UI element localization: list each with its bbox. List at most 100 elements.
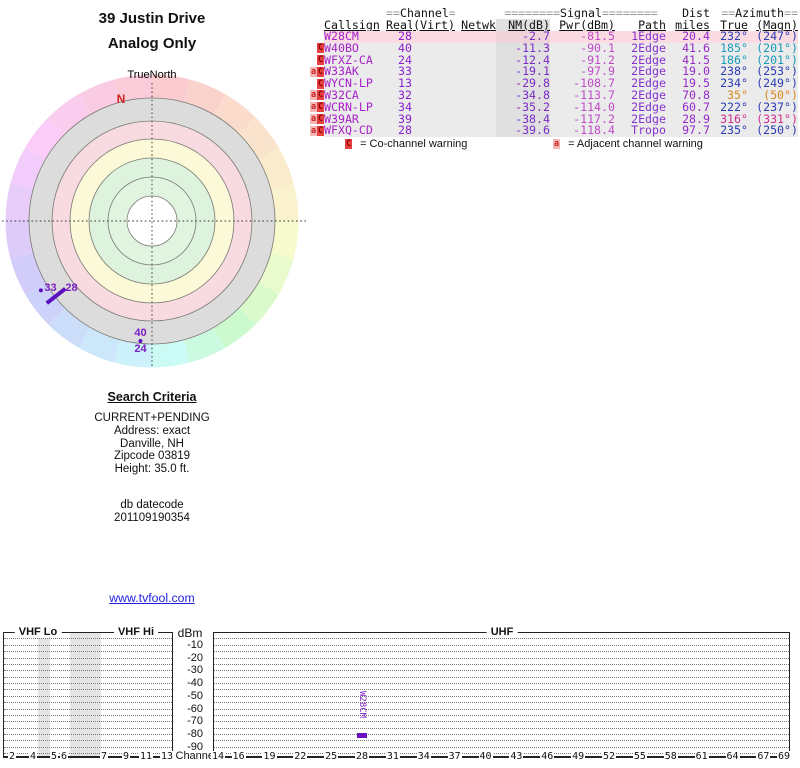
uhf-channel-tick-19: 19 — [262, 751, 277, 762]
cell-nm-db: -12.4 — [496, 54, 550, 67]
dbm-gridline — [214, 683, 789, 684]
dbm-gridline — [214, 676, 789, 678]
dbm-tick-label: -10 — [187, 638, 203, 651]
cell-path: 2Edge — [615, 42, 666, 55]
co-channel-warning-icon: C — [317, 102, 324, 113]
dbm-tick-label: -20 — [187, 651, 203, 664]
cell-azimuth-true: 185° — [710, 42, 748, 55]
radar-chart: TrueNorthN 28 33 40 24 — [2, 69, 306, 368]
cell-real-channel: 28 — [386, 125, 412, 138]
dbm-gridline — [4, 689, 172, 691]
cell-real-channel: 13 — [386, 78, 412, 90]
co-channel-warning-icon: C — [317, 90, 324, 101]
uhf-channel-tick-25: 25 — [324, 751, 339, 762]
spectrum-chart: dBm Channel VHF Lo VHF Hi UHF -10 -20 -30 -40-… — [0, 620, 800, 768]
cell-azimuth-magnetic: (237°) — [748, 101, 798, 114]
cell-path: 2Edge — [615, 101, 666, 114]
dbm-gridline — [4, 683, 172, 684]
adjacent-channel-warning-icon: a — [310, 66, 317, 77]
dbm-gridline — [214, 727, 789, 729]
dbm-gridline — [214, 695, 789, 697]
dbm-gridline — [214, 644, 789, 646]
db-datecode-label: db datecode — [120, 499, 184, 511]
cell-distance-miles: 20.4 — [666, 31, 710, 43]
cell-distance-miles: 19.0 — [666, 66, 710, 79]
dbm-gridline — [4, 638, 172, 640]
cell-distance-miles: 19.5 — [666, 78, 710, 90]
cell-callsign: W33AK — [324, 66, 386, 79]
uhf-channel-tick-49: 49 — [571, 751, 586, 762]
band-label-vhf-lo: VHF Lo — [14, 626, 62, 638]
table-row-W40BO: C W40BO 40 -11.3 -90.1 2Edge 41.6 185° (201°) — [306, 42, 798, 55]
dbm-gridline — [214, 734, 789, 735]
cell-network — [455, 54, 496, 67]
table-header-groups: ==Channel== ========Signal======== Dist ==A… — [306, 8, 798, 19]
adjacent-channel-warning-icon: a — [310, 114, 317, 125]
cell-network — [455, 66, 496, 79]
co-channel-legend-text: = Co-channel warning — [360, 138, 468, 150]
cell-nm-db: -34.8 — [496, 89, 550, 102]
cell-network — [455, 101, 496, 114]
true-north-label: TrueNorth — [127, 69, 176, 81]
uhf-channel-tick-46: 46 — [540, 751, 555, 762]
cell-nm-db: -29.8 — [496, 78, 550, 90]
signal-table: ==Channel== ========Signal======== Dist ==A… — [306, 8, 798, 138]
cell-power-dbm: -91.2 — [550, 54, 615, 67]
header-spacer — [306, 8, 386, 19]
dbm-gridline — [214, 651, 789, 653]
tvfool-report: 39 Justin Drive Analog Only TrueNorth N 28… — [0, 0, 800, 768]
warning-markers: aC — [306, 114, 324, 126]
dbm-gridline — [214, 746, 789, 748]
dbm-gridline — [4, 734, 172, 735]
uhf-channel-tick-58: 58 — [663, 751, 678, 762]
vhf-panel — [3, 632, 173, 758]
uhf-channel-tick-55: 55 — [632, 751, 647, 762]
cell-nm-db: -2.7 — [496, 31, 550, 43]
cell-nm-db: -35.2 — [496, 101, 550, 114]
cell-path: 2Edge — [615, 78, 666, 90]
cell-azimuth-true: 35° — [710, 89, 748, 102]
cell-virt-channel — [412, 31, 455, 43]
cell-real-channel: 34 — [386, 101, 412, 114]
dbm-tick-label: -30 — [187, 664, 203, 677]
warning-markers: C — [306, 55, 324, 67]
column-header-nmdb: NM(dB) — [496, 19, 550, 31]
cell-network — [455, 113, 496, 126]
cell-azimuth-true: 186° — [710, 54, 748, 67]
cell-azimuth-magnetic: (253°) — [748, 66, 798, 79]
signal-bar-W28CM — [357, 733, 368, 739]
uhf-channel-tick-28: 28 — [355, 751, 370, 762]
cell-path: Tropo — [615, 125, 666, 138]
warning-markers: aC — [306, 66, 324, 78]
header-spacer — [306, 19, 324, 31]
co-channel-warning-icon: C — [317, 114, 324, 125]
search-criteria-height: Height: 35.0 ft. — [114, 463, 190, 476]
vhf-channel-tick-13: 13 — [159, 751, 175, 762]
adjacent-channel-warning-icon: a — [553, 139, 560, 150]
search-criteria-zip: Zipcode 03819 — [113, 450, 191, 463]
tvfool-link[interactable]: www.tvfool.com — [109, 591, 194, 605]
table-row-WCRN-LP: a C WCRN-LP 34 -35.2 -114.0 2Edge 60.7 222° (237°… — [306, 101, 798, 114]
table-row-WYCN-LP: C WYCN-LP 13 -29.8 -108.7 2Edge 19.5 234° (249°) — [306, 78, 798, 90]
cell-virt-channel — [412, 89, 455, 102]
uhf-channel-tick-22: 22 — [293, 751, 308, 762]
dbm-gridline — [4, 651, 172, 653]
cell-distance-miles: 41.5 — [666, 54, 710, 67]
station-marker-label-24: 24 — [134, 343, 147, 355]
cell-azimuth-true: 316° — [710, 113, 748, 126]
uhf-channel-tick-64: 64 — [725, 751, 740, 762]
cell-distance-miles: 41.6 — [666, 42, 710, 55]
header-group-dist: Dist — [682, 8, 710, 19]
cell-azimuth-magnetic: (201°) — [748, 42, 798, 55]
dbm-gridline — [4, 676, 172, 678]
co-channel-warning-icon: C — [317, 66, 324, 77]
table-row-WFXZ-CA: C WFXZ-CA 24 -12.4 -91.2 2Edge 41.5 186° (201°) — [306, 54, 798, 67]
dbm-gridline — [214, 638, 789, 640]
cell-azimuth-true: 238° — [710, 66, 748, 79]
column-header-magn: (Magn) — [756, 19, 798, 31]
report-title: 39 Justin Drive — [98, 10, 206, 27]
cell-azimuth-magnetic: (331°) — [748, 113, 798, 126]
column-header-pwrdbm: Pwr(dBm) — [559, 19, 615, 31]
column-header-netwk: Netwk — [461, 19, 496, 31]
cell-callsign: WYCN-LP — [324, 78, 386, 90]
